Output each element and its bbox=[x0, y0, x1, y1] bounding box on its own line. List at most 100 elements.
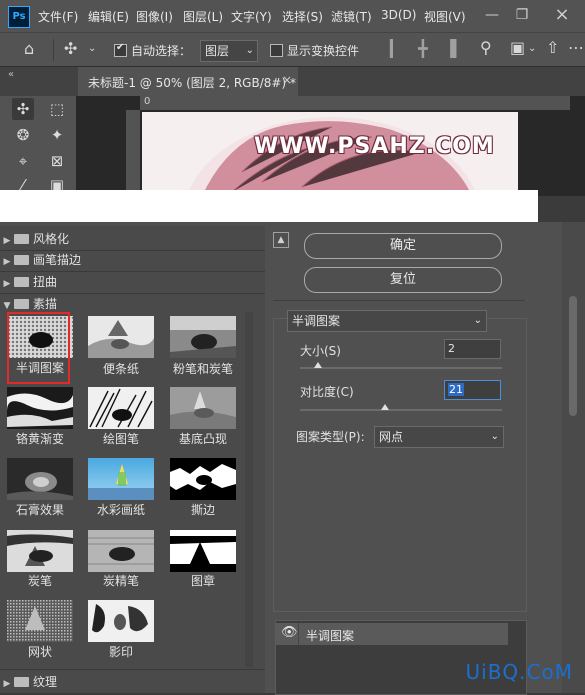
pattern-type-dropdown[interactable]: 网点 ⌄ bbox=[374, 426, 504, 448]
category-label: 扭曲 bbox=[33, 275, 58, 289]
menu-view[interactable]: 视图(V) bbox=[424, 8, 466, 25]
contrast-value: 21 bbox=[448, 383, 464, 396]
chevron-down-icon[interactable]: ⌄ bbox=[88, 39, 96, 59]
filter-thumb-chrome[interactable] bbox=[7, 387, 73, 429]
filter-thumb-photocopy[interactable] bbox=[88, 600, 154, 642]
crop-tool-icon[interactable]: ⌖ bbox=[12, 150, 34, 172]
contrast-input[interactable]: 21 bbox=[444, 380, 501, 400]
auto-select-dropdown[interactable]: 图层 ⌄ bbox=[200, 40, 258, 62]
menu-3d[interactable]: 3D(D) bbox=[381, 8, 416, 22]
home-icon[interactable]: ⌂ bbox=[24, 39, 34, 59]
filter-label-photocopy: 影印 bbox=[108, 645, 133, 659]
magic-wand-icon[interactable]: ✦ bbox=[46, 124, 68, 146]
frame-tool-icon[interactable]: ⊠ bbox=[46, 150, 68, 172]
filter-label-halftone: 半调图案 bbox=[15, 361, 64, 375]
auto-select-value: 图层 bbox=[205, 44, 230, 58]
category-label: 纹理 bbox=[33, 675, 58, 689]
filter-select-dropdown[interactable]: 半调图案 ⌄ bbox=[287, 310, 487, 332]
align-center-icon[interactable]: ╋ bbox=[418, 39, 428, 59]
photoshop-logo: Ps bbox=[8, 6, 30, 28]
restore-icon[interactable]: ❐ bbox=[510, 4, 534, 26]
filter-list-scrollbar[interactable] bbox=[245, 312, 253, 667]
move-tool-icon[interactable]: ✣ bbox=[64, 39, 77, 59]
filter-label-stamp: 图章 bbox=[190, 574, 215, 588]
category-stylize[interactable]: ▶ 风格化 bbox=[0, 229, 265, 249]
filter-label-conte-crayon: 炭精笔 bbox=[102, 574, 139, 588]
menu-filter[interactable]: 滤镜(T) bbox=[331, 8, 372, 25]
size-slider-track[interactable] bbox=[300, 367, 502, 369]
options-bar: ⌂ ✣ ⌄ 自动选择： 图层 ⌄ 显示变换控件 ▎ ╋ ▐ ⚲ ▣ ⌄ ⇧ ⋯ bbox=[0, 32, 585, 67]
filter-thumb-graphic-pen[interactable] bbox=[88, 387, 154, 429]
close-tab-icon[interactable]: × bbox=[282, 73, 292, 87]
scrollbar-thumb[interactable] bbox=[569, 296, 577, 416]
lasso-tool-icon[interactable]: ❂ bbox=[12, 124, 34, 146]
triangle-right-icon: ▶ bbox=[3, 279, 11, 289]
filter-thumb-torn-edges[interactable] bbox=[170, 458, 236, 500]
marquee-tool-icon[interactable]: ⬚ bbox=[46, 98, 68, 120]
contrast-slider-track[interactable] bbox=[300, 409, 502, 411]
filter-thumb-chalk-charcoal[interactable] bbox=[170, 316, 236, 358]
menu-edit[interactable]: 编辑(E) bbox=[88, 8, 129, 25]
folder-icon bbox=[14, 234, 29, 244]
chevron-down-icon[interactable]: ⌄ bbox=[528, 39, 536, 59]
filter-label-charcoal: 炭笔 bbox=[27, 574, 52, 588]
more-icon[interactable]: ⋯ bbox=[568, 38, 584, 58]
align-left-icon[interactable]: ▎ bbox=[390, 39, 402, 59]
contrast-slider-knob[interactable] bbox=[380, 404, 389, 410]
eye-icon[interactable]: 👁 bbox=[281, 625, 298, 640]
filter-select-value: 半调图案 bbox=[292, 314, 341, 328]
ok-button[interactable]: 确定 bbox=[304, 233, 502, 259]
share-icon[interactable]: ⇧ bbox=[546, 38, 559, 58]
canvas-image[interactable]: WWW.PSAHZ.COM bbox=[142, 112, 518, 196]
search-icon[interactable]: ⚲ bbox=[480, 38, 492, 58]
ruler-origin-label: 0 bbox=[144, 96, 151, 107]
tab-document[interactable]: 未标题-1 @ 50% (图层 2, RGB/8#) * × bbox=[78, 67, 298, 97]
menu-select[interactable]: 选择(S) bbox=[282, 8, 323, 25]
move-tool-icon[interactable]: ✣ bbox=[12, 98, 34, 120]
category-brush-strokes[interactable]: ▶ 画笔描边 bbox=[0, 250, 265, 270]
tools-panel: ✣ ⬚ ❂ ✦ ⌖ ⊠ ⁄ ▣ bbox=[0, 96, 76, 196]
document-tab-title: 未标题-1 @ 50% (图层 2, RGB/8#) * bbox=[88, 76, 296, 90]
divider bbox=[273, 300, 525, 301]
collapse-gallery-icon[interactable]: ▲ bbox=[273, 232, 289, 248]
filter-thumb-conte-crayon[interactable] bbox=[88, 530, 154, 572]
size-slider-knob[interactable] bbox=[314, 362, 323, 368]
filter-thumb-bas-relief[interactable] bbox=[170, 387, 236, 429]
pattern-type-value: 网点 bbox=[379, 430, 404, 444]
folder-icon bbox=[14, 277, 29, 287]
minimize-icon[interactable]: — bbox=[480, 4, 504, 26]
workspace-icon[interactable]: ▣ bbox=[510, 38, 525, 58]
size-input[interactable]: 2 bbox=[444, 339, 501, 359]
menu-bar: Ps 文件(F) 编辑(E) 图像(I) 图层(L) 文字(Y) 选择(S) 滤… bbox=[0, 0, 585, 32]
filter-thumb-note-paper[interactable] bbox=[88, 316, 154, 358]
site-watermark: UiBQ.CoM bbox=[465, 660, 573, 684]
filter-thumb-plaster[interactable] bbox=[7, 458, 73, 500]
menu-image[interactable]: 图像(I) bbox=[136, 8, 173, 25]
size-label: 大小(S) bbox=[300, 344, 341, 358]
filter-label-chrome: 铬黄渐变 bbox=[15, 432, 64, 446]
menu-layer[interactable]: 图层(L) bbox=[183, 8, 223, 25]
category-distort[interactable]: ▶ 扭曲 bbox=[0, 272, 265, 292]
reset-button[interactable]: 复位 bbox=[304, 267, 502, 293]
menu-file[interactable]: 文件(F) bbox=[38, 8, 78, 25]
category-texture[interactable]: ▶ 纹理 bbox=[0, 672, 265, 692]
align-right-icon[interactable]: ▐ bbox=[444, 39, 456, 59]
auto-select-checkbox[interactable] bbox=[114, 42, 127, 57]
chevron-down-icon: ⌄ bbox=[473, 315, 482, 326]
filter-thumb-water-paper[interactable] bbox=[88, 458, 154, 500]
dialog-scrollbar[interactable] bbox=[562, 222, 585, 693]
folder-icon bbox=[14, 677, 29, 687]
collapse-panel-icon[interactable]: « bbox=[8, 69, 14, 80]
menu-type[interactable]: 文字(Y) bbox=[231, 8, 272, 25]
triangle-right-icon: ▶ bbox=[3, 236, 11, 246]
filter-label-torn-edges: 撕边 bbox=[190, 503, 215, 517]
filter-label-chalk-charcoal: 粉笔和炭笔 bbox=[172, 362, 233, 376]
category-sketch[interactable]: ▼ 素描 bbox=[0, 294, 265, 314]
filter-thumb-charcoal[interactable] bbox=[7, 530, 73, 572]
close-icon[interactable]: × bbox=[550, 4, 574, 26]
folder-icon bbox=[14, 255, 29, 265]
filter-thumb-stamp[interactable] bbox=[170, 530, 236, 572]
effect-layer-row[interactable]: 👁 半调图案 bbox=[276, 623, 508, 645]
show-transform-checkbox[interactable] bbox=[270, 44, 283, 57]
filter-thumb-reticulation[interactable] bbox=[7, 600, 73, 642]
